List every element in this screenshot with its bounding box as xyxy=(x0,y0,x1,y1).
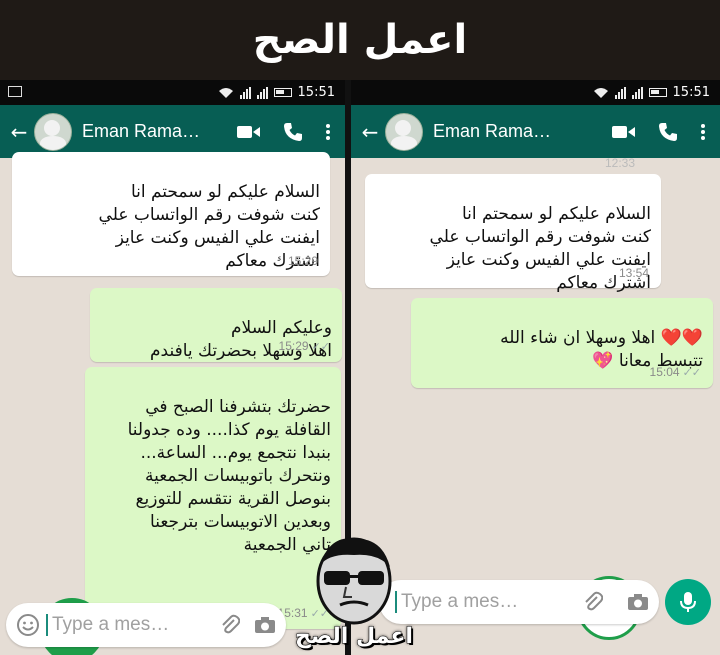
message-time: 15:04 ✓✓ xyxy=(650,361,701,385)
status-bar: 15:51 xyxy=(0,80,345,105)
signal-icon-2 xyxy=(631,86,643,99)
signal-icon xyxy=(239,86,251,99)
phone-call-icon[interactable] xyxy=(658,122,678,142)
message-bubble[interactable]: وعليكم السلام اهلا وسهلا بحضرتك يافندم 1… xyxy=(90,288,342,362)
message-time-text: 15:29 xyxy=(278,339,309,353)
status-time: 15:51 xyxy=(297,85,335,100)
message-input[interactable]: Type a mes… xyxy=(46,614,220,636)
video-call-icon[interactable] xyxy=(612,124,636,140)
attach-icon[interactable] xyxy=(220,614,240,636)
message-bubble[interactable]: السلام عليكم لو سمحتم انا كنت شوفت رقم ا… xyxy=(365,174,661,293)
message-text: السلام عليكم لو سمحتم انا كنت شوفت رقم ا… xyxy=(429,204,651,293)
mic-button[interactable] xyxy=(665,579,711,625)
battery-icon xyxy=(648,88,667,97)
microphone-icon xyxy=(680,592,696,612)
message-text: السلام عليكم لو سمحتم انا كنت شوفت رقم ا… xyxy=(98,182,320,271)
status-time: 15:51 xyxy=(672,85,710,100)
message-text: حضرتك بتشرفنا الصبح في القافلة يوم كذا..… xyxy=(127,397,331,555)
attach-icon[interactable] xyxy=(583,591,603,613)
more-options-icon[interactable] xyxy=(700,123,706,141)
avatar[interactable] xyxy=(385,112,423,151)
partial-message-time: 12:33 xyxy=(605,156,636,170)
contact-name[interactable]: Eman Rama… xyxy=(433,121,612,142)
message-time: 13:54 xyxy=(618,266,649,280)
avatar[interactable] xyxy=(34,112,72,151)
message-time-text: 15:04 xyxy=(649,365,680,379)
phone-call-icon[interactable] xyxy=(283,122,303,142)
face-illustration-icon xyxy=(316,537,392,625)
back-arrow-icon[interactable]: ← xyxy=(8,120,30,144)
banner: اعمل الصح xyxy=(0,0,720,80)
message-bubble[interactable]: ❤️❤️ اهلا وسهلا ان شاء الله تتبسط معانا … xyxy=(411,298,713,388)
camera-icon[interactable] xyxy=(254,616,276,634)
chat-header: ← Eman Rama… xyxy=(351,105,720,158)
logo-text: اعمل الصح xyxy=(295,624,414,650)
more-options-icon[interactable] xyxy=(325,123,331,141)
message-input[interactable]: Type a mes… xyxy=(395,591,583,613)
read-ticks-icon: ✓✓ xyxy=(311,341,330,353)
banner-title: اعمل الصح xyxy=(252,17,468,63)
message-time: 15:29 ✓✓ xyxy=(279,335,330,359)
message-bubble[interactable]: السلام عليكم لو سمحتم انا كنت شوفت رقم ا… xyxy=(12,152,330,276)
chat-header: ← Eman Rama… xyxy=(0,105,345,158)
read-ticks-icon: ✓✓ xyxy=(682,367,701,379)
wifi-icon xyxy=(218,87,233,98)
brand-logo: اعمل الصح xyxy=(290,535,418,655)
status-bar: 15:51 xyxy=(351,80,720,105)
camera-icon[interactable] xyxy=(627,593,649,611)
message-time: 15:29 xyxy=(287,254,318,268)
back-arrow-icon[interactable]: ← xyxy=(359,120,381,144)
image-notification-icon xyxy=(8,86,22,97)
video-call-icon[interactable] xyxy=(237,124,261,140)
message-input-bar[interactable]: Type a mes… xyxy=(379,580,659,624)
battery-icon xyxy=(273,88,292,97)
signal-icon xyxy=(614,86,626,99)
wifi-icon xyxy=(593,87,608,98)
signal-icon-2 xyxy=(256,86,268,99)
contact-name[interactable]: Eman Rama… xyxy=(82,121,237,142)
emoji-icon[interactable] xyxy=(16,613,40,637)
message-input-bar[interactable]: Type a mes… xyxy=(6,603,286,647)
